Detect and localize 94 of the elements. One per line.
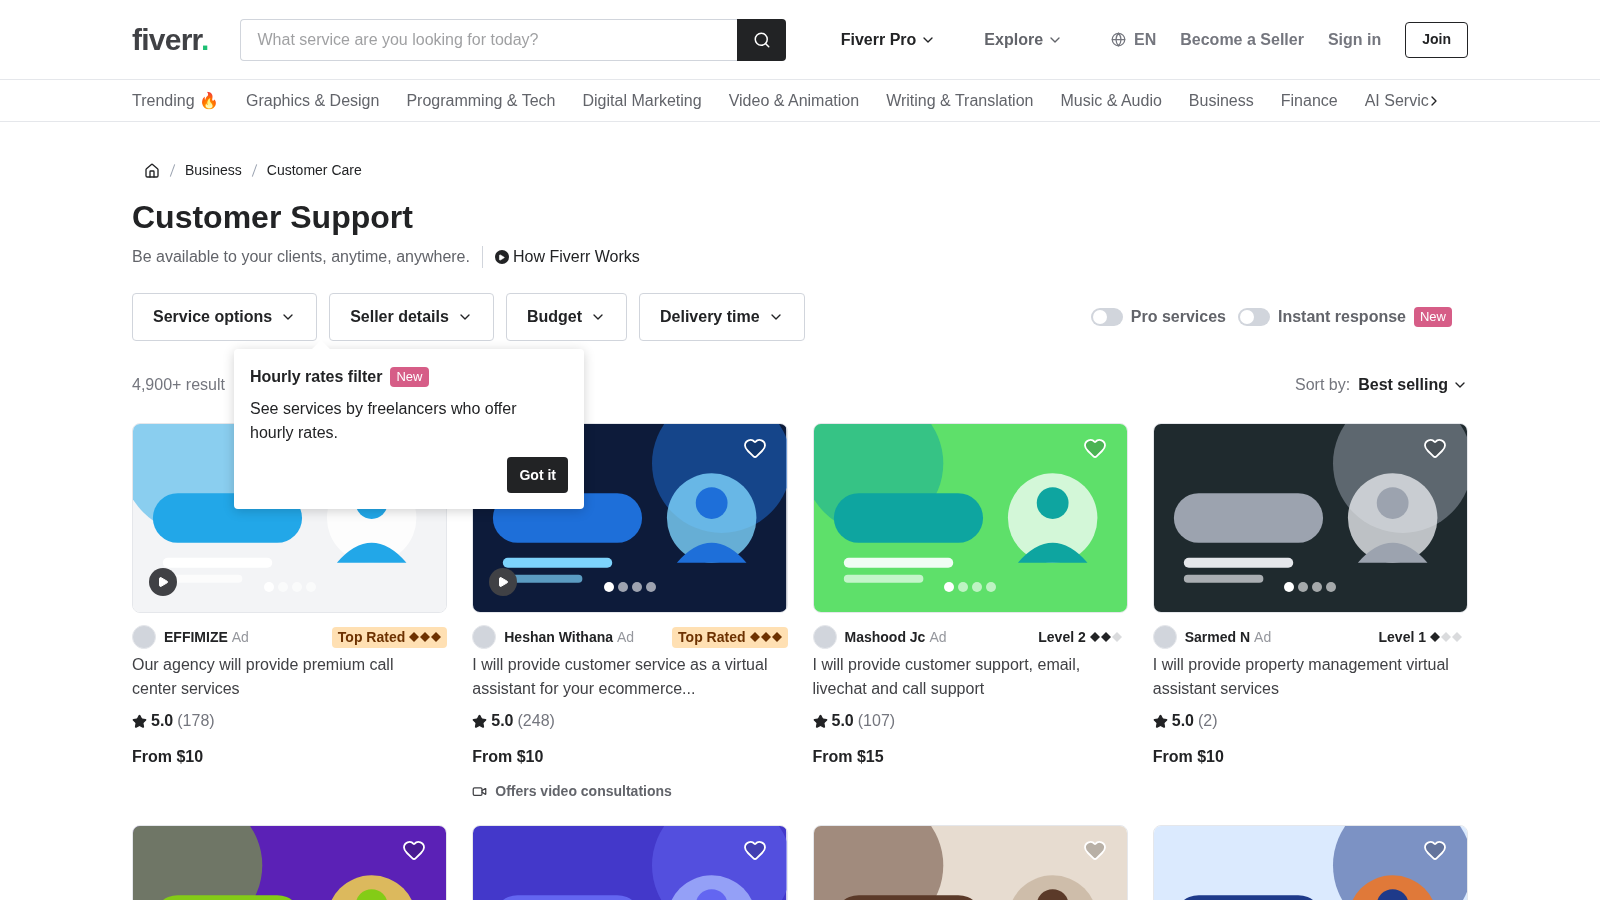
ad-label: Ad	[617, 627, 635, 647]
ad-label: Ad	[231, 627, 249, 647]
how-it-works-link[interactable]: How Fiverr Works	[494, 245, 640, 269]
favorite-button[interactable]	[402, 838, 427, 862]
new-badge: New	[390, 367, 429, 387]
rating: 5.0	[151, 711, 174, 731]
level-diamond-icon	[1100, 632, 1111, 642]
seller-name[interactable]: Sarmed N	[1184, 626, 1251, 648]
level-diamond-icon	[771, 632, 782, 642]
carousel-dots-icon	[603, 582, 656, 592]
review-count: (178)	[177, 711, 215, 731]
result-count: 4,900+ result	[132, 375, 225, 395]
gig-title[interactable]: I will provide property management virtual assistant services	[1152, 653, 1468, 701]
category-link[interactable]: Finance	[1280, 88, 1338, 113]
filter-dropdown[interactable]: Delivery time	[639, 293, 805, 341]
search-button[interactable]	[737, 18, 787, 61]
page-title: Customer Support	[132, 198, 414, 237]
seller-level: Top Rated	[337, 627, 406, 647]
home-icon[interactable]	[144, 162, 160, 179]
nav-dropdown[interactable]: Fiverr Pro	[840, 27, 937, 52]
category-link[interactable]: Writing & Translation	[886, 88, 1034, 113]
sort-dropdown[interactable]: Best selling	[1358, 373, 1468, 397]
price: From $10	[132, 747, 205, 767]
nav-dropdown[interactable]: Explore	[984, 27, 1064, 52]
carousel-dots-icon	[944, 582, 997, 592]
sort-label: Sort by:	[1295, 375, 1351, 395]
join-button[interactable]: Join	[1405, 21, 1468, 58]
tooltip-text: See services by freelancers who offer hourly rates.	[250, 399, 518, 443]
subtitle: Be available to your clients, anytime, anywhere.	[132, 247, 470, 267]
category-link[interactable]: Programming & Tech	[406, 88, 556, 113]
favorite-button[interactable]	[742, 838, 767, 862]
price: From $15	[812, 747, 885, 767]
seller-level: Top Rated	[678, 627, 746, 647]
favorite-button[interactable]	[1423, 436, 1447, 460]
rating: 5.0	[1171, 711, 1194, 731]
seller-name[interactable]: Mashood Jc	[844, 626, 926, 648]
star-icon	[812, 713, 828, 729]
rating: 5.0	[831, 711, 854, 731]
review-count: (248)	[517, 711, 555, 731]
star-icon	[1152, 713, 1168, 729]
level-diamond-icon	[420, 632, 431, 642]
rating: 5.0	[491, 711, 514, 731]
ad-label: Ad	[929, 627, 947, 647]
review-count: (2)	[1198, 711, 1218, 731]
breadcrumb-link[interactable]: Business	[185, 160, 242, 181]
category-link[interactable]: Business	[1188, 88, 1254, 113]
star-icon	[132, 713, 147, 729]
globe-icon	[1111, 32, 1127, 47]
toggle-label: Pro services	[1130, 307, 1226, 327]
filter-dropdown[interactable]: Seller details	[329, 293, 494, 341]
gig-title[interactable]: Our agency will provide premium call center services	[132, 653, 448, 701]
video-camera-icon	[472, 784, 488, 799]
got-it-button[interactable]: Got it	[507, 457, 568, 493]
toggle-label: Instant response	[1277, 307, 1406, 327]
seller-level: Level 1	[1378, 627, 1426, 647]
filter-dropdown[interactable]: Service options	[132, 293, 318, 341]
price: From $10	[472, 747, 545, 767]
language-button[interactable]: EN	[1111, 27, 1157, 52]
category-link[interactable]: Graphics & Design	[246, 88, 380, 113]
nav-link[interactable]: Sign in	[1327, 27, 1382, 52]
review-count: (107)	[857, 711, 896, 731]
seller-name[interactable]: EFFIMIZE	[164, 626, 228, 648]
category-link[interactable]: Video & Animation	[728, 88, 860, 113]
carousel-dots-icon	[1284, 582, 1337, 592]
level-diamond-icon	[1111, 632, 1122, 642]
nav-link[interactable]: Become a Seller	[1180, 27, 1304, 52]
level-diamond-icon	[749, 632, 760, 642]
ad-label: Ad	[1254, 627, 1272, 647]
level-diamond-icon	[409, 632, 420, 642]
level-diamond-icon	[1089, 632, 1100, 642]
play-icon	[494, 250, 509, 264]
new-badge: New	[1414, 307, 1452, 327]
seller-name[interactable]: Heshan Withana	[504, 626, 614, 648]
level-diamond-icon	[431, 632, 442, 642]
gig-title[interactable]: I will provide customer service as a virtual assistant for your ecommerce...	[472, 653, 788, 701]
level-diamond-icon	[760, 632, 771, 642]
category-link[interactable]: Trending 🔥	[132, 88, 219, 113]
seller-level: Level 2	[1038, 627, 1086, 647]
logo[interactable]: fiverr.	[132, 17, 209, 62]
category-link[interactable]: Music & Audio	[1060, 88, 1162, 113]
category-link[interactable]: AI Servic	[1364, 88, 1429, 113]
category-link[interactable]: Digital Marketing	[582, 88, 702, 113]
toggle-switch[interactable]	[1090, 308, 1123, 326]
price: From $10	[1152, 747, 1225, 767]
toggle-switch[interactable]	[1237, 308, 1270, 326]
gig-title[interactable]: I will provide customer support, email, livechat and call support	[812, 653, 1128, 701]
filter-dropdown[interactable]: Budget	[505, 293, 627, 341]
search-field[interactable]: What service are you looking for today?	[240, 18, 738, 61]
search-icon	[753, 30, 771, 49]
tooltip-title: Hourly rates filter	[250, 367, 383, 387]
video-consultation-note: Offers video consultations	[495, 782, 672, 801]
favorite-button[interactable]	[742, 436, 767, 460]
star-icon	[472, 713, 488, 729]
breadcrumb-link[interactable]: Customer Care	[266, 160, 362, 181]
